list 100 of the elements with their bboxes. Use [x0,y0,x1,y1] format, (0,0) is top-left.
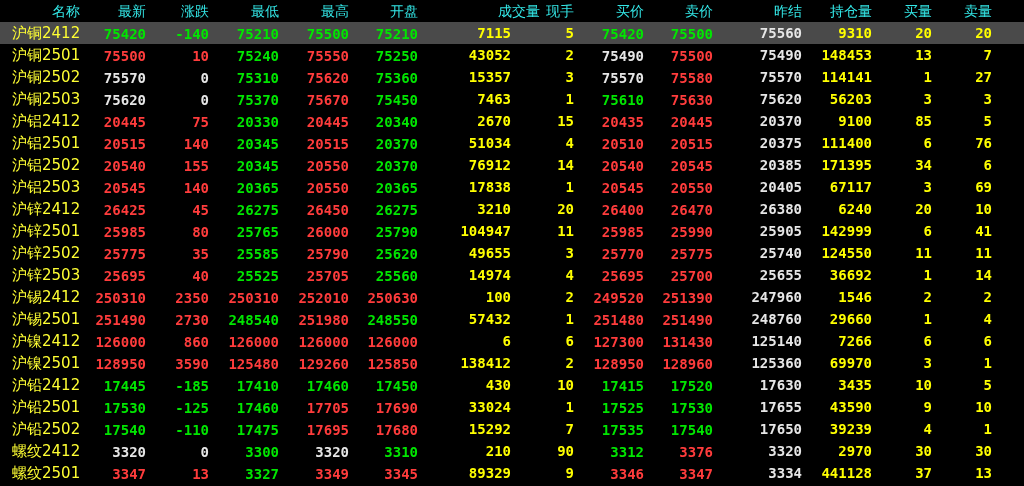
price-cell: 26275 [236,203,279,217]
price-cell: 26450 [306,203,349,217]
quote-cell-text: 51034 [467,134,512,153]
contract-name[interactable]: 沪铜2502 [0,66,80,88]
price-cell: 17475 [236,423,279,437]
price-cell: 25560 [375,269,418,283]
column-header[interactable]: 卖量 [932,0,992,22]
quote-cell-text: 30 [974,442,992,461]
price-cell: 20445 [103,115,146,129]
price-cell: 20515 [103,137,146,151]
contract-name[interactable]: 沪铜2503 [0,88,80,110]
contract-name[interactable]: 螺纹2501 [0,462,80,484]
column-header[interactable]: 持仓量 [802,0,872,22]
quote-cell-text: 171395 [820,156,872,175]
price-cell: 20370 [375,159,418,173]
price-cell: 20545 [103,181,146,195]
contract-name[interactable]: 沪铝2502 [0,154,80,176]
quote-cell-text: 1 [564,90,574,109]
column-header[interactable]: 买量 [872,0,932,22]
contract-name[interactable]: 螺纹2412 [0,440,80,462]
price-cell: 10 [192,49,209,63]
price-cell: -125 [175,401,209,415]
quote-cell-text: 4 [922,420,932,439]
price-cell: 75500 [670,27,713,41]
price-cell: 250310 [228,291,279,305]
quote-cell-text: 15292 [467,420,512,439]
price-cell: -110 [175,423,209,437]
column-header[interactable]: 现手 [540,0,574,22]
contract-name[interactable]: 沪锌2503 [0,264,80,286]
quote-cell-text: 11 [914,244,932,263]
contract-name[interactable]: 沪锌2412 [0,198,80,220]
quote-cell-text: 57432 [467,310,512,329]
quote-cell-text: 7266 [837,332,872,351]
contract-name[interactable]: 沪铅2412 [0,374,80,396]
quote-cell-text: 3435 [837,376,872,395]
price-cell: 3347 [112,467,146,481]
quote-cell-text: 6 [982,332,992,351]
price-cell: 25695 [103,269,146,283]
quote-cell-text: 3 [922,90,932,109]
quote-cell-text: 6 [564,332,574,351]
quote-cell-text: 441128 [820,464,872,483]
price-cell: 20510 [601,137,644,151]
quote-cell-text: 6 [922,332,932,351]
contract-name[interactable]: 沪锌2501 [0,220,80,242]
contract-name[interactable]: 沪镍2412 [0,330,80,352]
contract-name[interactable]: 沪铜2501 [0,44,80,66]
quote-cell-text: 20 [914,24,932,43]
price-cell: 17450 [375,379,418,393]
quote-cell-text: 114141 [820,68,872,87]
quote-cell-text: 3334 [767,464,802,483]
quote-cell-text: 3320 [767,442,802,461]
quote-cell-text: 10 [556,376,574,395]
price-cell: 3347 [679,467,713,481]
column-header[interactable]: 最新 [80,0,146,22]
quote-cell-text: 10 [974,398,992,417]
price-cell: 126000 [367,335,418,349]
quote-cell-text: 90 [556,442,574,461]
quote-cell-text: 6 [922,222,932,241]
selected-row[interactable]: 沪铜2412 75420 -140 75210 75500 75210 7115 5 75420 75500 75560 9310 20 20 [0,22,1024,44]
quote-cell-text: 6 [922,134,932,153]
column-header[interactable]: 开盘 [349,0,418,22]
price-cell: 20515 [306,137,349,151]
contract-name[interactable]: 沪铝2503 [0,176,80,198]
quote-cell-text: 14 [974,266,992,285]
column-header[interactable]: 昨结 [713,0,802,22]
quote-cell-text: 76 [974,134,992,153]
price-cell: 249520 [593,291,644,305]
column-header[interactable]: 卖价 [644,0,713,22]
quote-cell-text: 3 [564,244,574,263]
quote-cell-text: 142999 [820,222,872,241]
price-cell: 13 [192,467,209,481]
contract-name[interactable]: 沪铝2501 [0,132,80,154]
column-header[interactable]: 成交量 [418,0,540,22]
price-cell: 75570 [103,71,146,85]
contract-name[interactable]: 沪铜2412 [0,22,80,44]
contract-name[interactable]: 沪铝2412 [0,110,80,132]
contract-name[interactable]: 沪镍2501 [0,352,80,374]
column-header[interactable]: 最高 [279,0,349,22]
contract-name[interactable]: 沪锌2502 [0,242,80,264]
price-cell: 128950 [593,357,644,371]
column-header[interactable]: 涨跌 [146,0,209,22]
contract-name[interactable]: 沪铅2502 [0,418,80,440]
column-header[interactable]: 买价 [574,0,644,22]
price-cell: 140 [183,137,209,151]
price-cell: 251490 [95,313,146,327]
price-cell: 25990 [670,225,713,239]
quote-cell-text: 11 [556,222,574,241]
quote-cell-text: 67117 [828,178,872,197]
price-cell: 128950 [95,357,146,371]
contract-name[interactable]: 沪铅2501 [0,396,80,418]
price-cell: 17540 [670,423,713,437]
quote-cell-text: 76912 [467,156,512,175]
quote-cell-text: 4 [564,134,574,153]
column-header[interactable]: 名称 [0,0,80,22]
contract-name[interactable]: 沪锡2412 [0,286,80,308]
column-header[interactable]: 最低 [209,0,279,22]
price-cell: 17530 [670,401,713,415]
quote-cell-text: 56203 [828,90,872,109]
contract-name[interactable]: 沪锡2501 [0,308,80,330]
quote-cell-text: 5 [564,24,574,43]
